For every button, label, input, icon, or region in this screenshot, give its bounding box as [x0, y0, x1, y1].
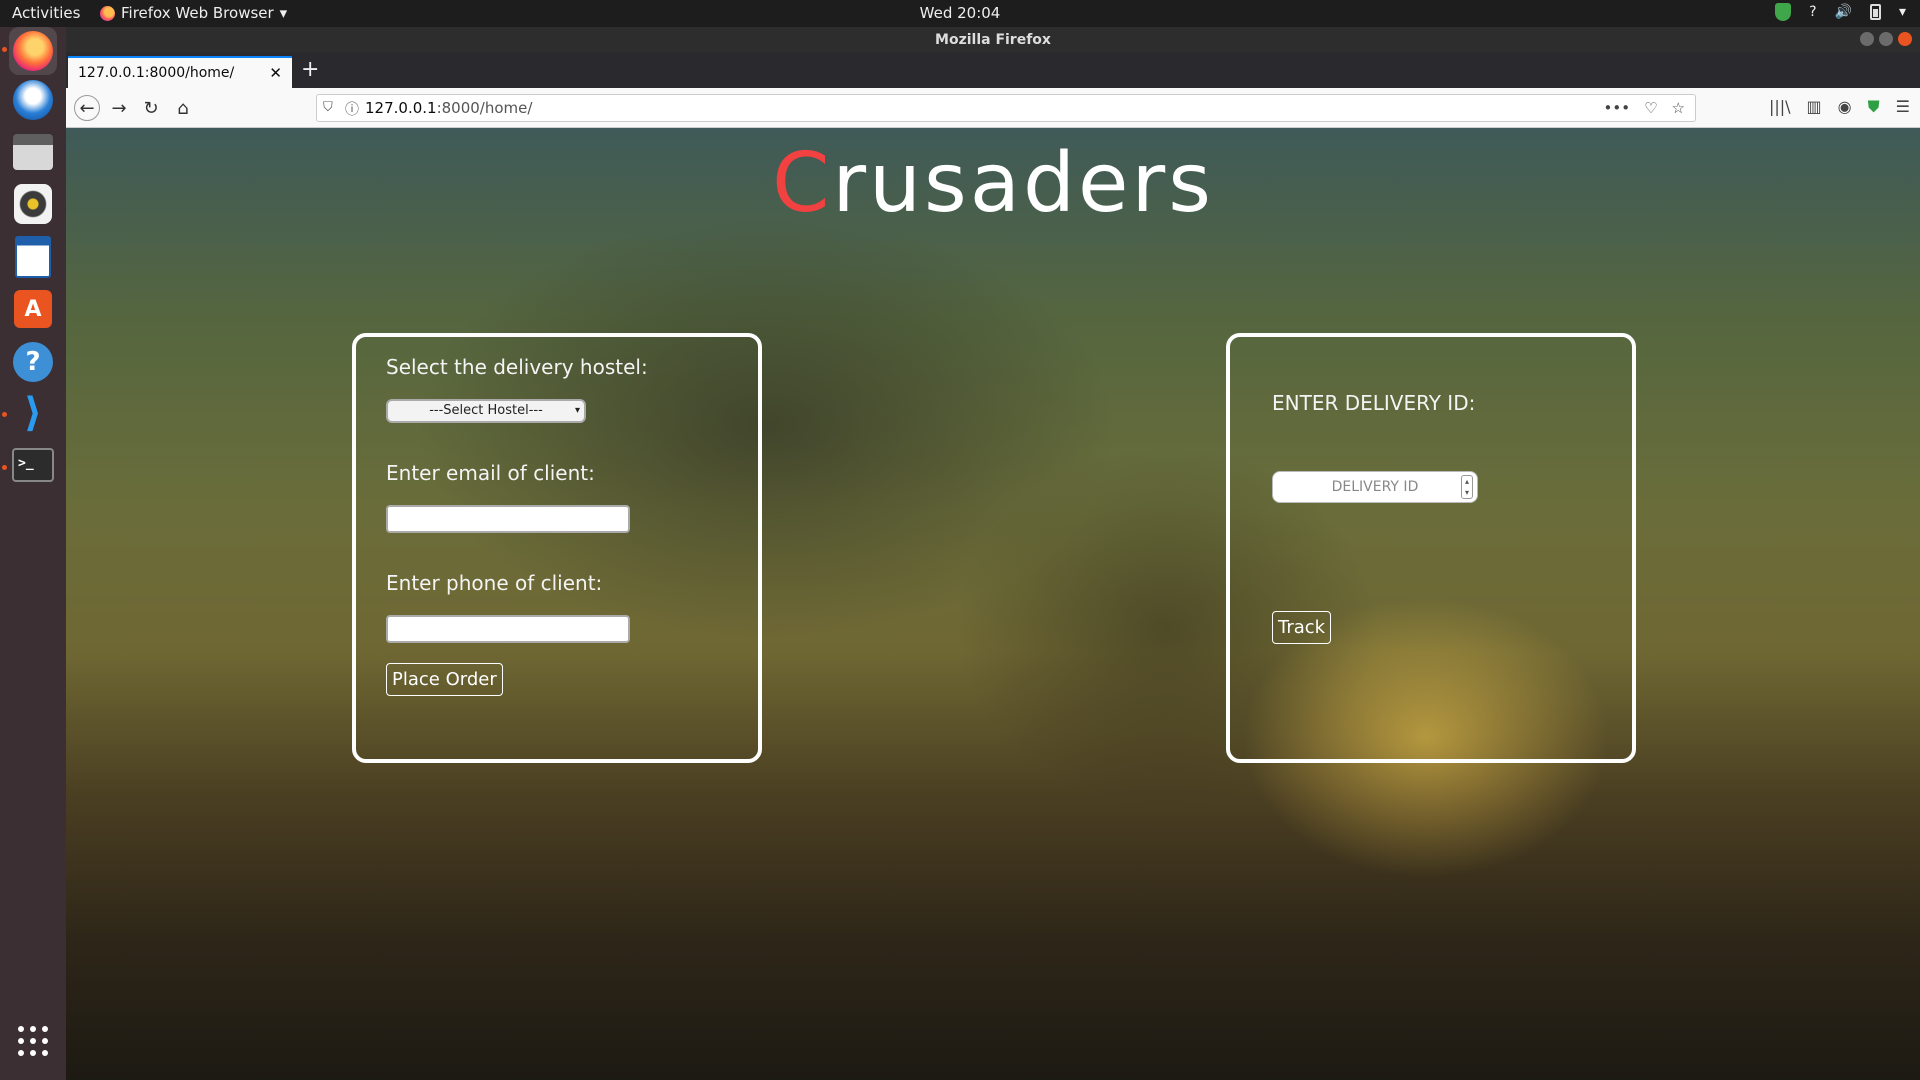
- email-field[interactable]: [386, 505, 630, 533]
- firefox-icon: [13, 31, 53, 71]
- chevron-down-icon: ▾: [279, 4, 288, 22]
- library-icon[interactable]: |||\: [1769, 97, 1791, 117]
- sidebar-icon[interactable]: ▥: [1807, 97, 1822, 117]
- dock-firefox[interactable]: [9, 27, 57, 75]
- minimize-button[interactable]: [1860, 32, 1874, 46]
- phone-label: Enter phone of client:: [386, 571, 603, 595]
- tab-home[interactable]: 127.0.0.1:8000/home/ ✕: [68, 56, 292, 88]
- track-button[interactable]: Track: [1272, 611, 1332, 644]
- activities-button[interactable]: Activities: [12, 4, 80, 22]
- new-tab-button[interactable]: +: [301, 57, 319, 82]
- vscode-icon: ⟩: [23, 390, 43, 436]
- dock-files[interactable]: [9, 128, 57, 176]
- hamburger-menu-icon[interactable]: ☰: [1896, 97, 1910, 117]
- help-icon: ?: [13, 342, 53, 382]
- tracking-shield-icon[interactable]: ⛉: [323, 100, 333, 115]
- account-icon[interactable]: ◉: [1838, 97, 1852, 117]
- battery-icon[interactable]: [1869, 4, 1881, 20]
- tab-title: 127.0.0.1:8000/home/: [78, 65, 235, 81]
- firefox-icon: [100, 5, 115, 21]
- phone-field[interactable]: [386, 615, 630, 643]
- running-indicator: [2, 465, 7, 470]
- bookmark-star-icon[interactable]: ☆: [1672, 99, 1685, 117]
- page-content: Crusaders Select the delivery hostel: --…: [66, 128, 1920, 1080]
- track-form-panel: ENTER DELIVERY ID: DELIVERY ID ▴ ▾ Track: [1226, 333, 1636, 763]
- dock-vscode[interactable]: ⟩: [9, 389, 57, 437]
- window-title: Mozilla Firefox: [935, 32, 1051, 48]
- order-form-panel: Select the delivery hostel: ---Select Ho…: [352, 333, 762, 763]
- hostel-select[interactable]: ---Select Hostel--- ▾: [386, 399, 586, 423]
- gnome-top-bar: Activities Firefox Web Browser ▾ Wed 20:…: [0, 0, 1920, 27]
- writer-icon: [15, 236, 51, 278]
- dock-rhythmbox[interactable]: [9, 180, 57, 228]
- thunderbird-icon: [13, 80, 53, 120]
- reload-button[interactable]: ↻: [138, 95, 164, 121]
- window-titlebar: Mozilla Firefox: [66, 27, 1920, 52]
- tab-bar: 127.0.0.1:8000/home/ ✕ +: [66, 52, 1920, 88]
- brand-title: Crusaders: [772, 136, 1214, 231]
- app-menu-label: Firefox Web Browser: [121, 4, 274, 22]
- dock-writer[interactable]: [9, 233, 57, 281]
- page-actions-icon[interactable]: •••: [1604, 99, 1631, 117]
- delivery-id-label: ENTER DELIVERY ID:: [1272, 391, 1476, 415]
- help-icon[interactable]: ?: [1809, 4, 1816, 20]
- terminal-icon: >_: [12, 448, 54, 482]
- forward-button[interactable]: →: [106, 95, 132, 121]
- rhythmbox-icon: [14, 184, 52, 224]
- ubuntu-dock: A ? ⟩ >_: [0, 27, 66, 1080]
- dock-software[interactable]: A: [9, 285, 57, 333]
- chevron-down-icon: ▾: [574, 405, 580, 416]
- close-window-button[interactable]: [1898, 32, 1912, 46]
- close-tab-icon[interactable]: ✕: [269, 64, 282, 82]
- number-spinner[interactable]: ▴ ▾: [1461, 475, 1473, 499]
- delivery-id-input[interactable]: DELIVERY ID ▴ ▾: [1272, 471, 1478, 503]
- volume-icon[interactable]: 🔊: [1835, 4, 1852, 20]
- pocket-icon[interactable]: ♡: [1644, 99, 1657, 117]
- clock[interactable]: Wed 20:04: [920, 4, 1001, 22]
- extension-shield-icon[interactable]: ⛊: [1868, 97, 1880, 117]
- email-label: Enter email of client:: [386, 461, 595, 485]
- security-shield-icon[interactable]: [1775, 3, 1792, 21]
- hostel-label: Select the delivery hostel:: [386, 355, 648, 379]
- site-info-icon[interactable]: ⓘ: [345, 99, 359, 119]
- app-grid-icon: [18, 1026, 48, 1056]
- back-button[interactable]: ←: [74, 95, 100, 121]
- home-button[interactable]: ⌂: [170, 95, 196, 121]
- chevron-down-icon[interactable]: ▾: [1899, 4, 1906, 20]
- running-indicator: [2, 47, 7, 52]
- running-indicator: [2, 412, 7, 417]
- url-text[interactable]: 127.0.0.1:8000/home/: [365, 99, 532, 117]
- dock-thunderbird[interactable]: [9, 76, 57, 124]
- software-store-icon: A: [14, 290, 52, 328]
- dock-help[interactable]: ?: [9, 338, 57, 386]
- url-bar[interactable]: ⛉ ⓘ 127.0.0.1:8000/home/ ••• ♡ ☆: [316, 94, 1696, 122]
- maximize-button[interactable]: [1879, 32, 1893, 46]
- system-tray[interactable]: ? 🔊 ▾: [1775, 3, 1906, 21]
- app-menu[interactable]: Firefox Web Browser ▾: [100, 4, 287, 22]
- files-icon: [13, 134, 53, 170]
- dock-terminal[interactable]: >_: [9, 441, 57, 489]
- place-order-button[interactable]: Place Order: [386, 663, 503, 696]
- navigation-toolbar: ← → ↻ ⌂ ⛉ ⓘ 127.0.0.1:8000/home/ ••• ♡ ☆…: [66, 88, 1920, 128]
- show-applications-button[interactable]: [9, 1017, 57, 1065]
